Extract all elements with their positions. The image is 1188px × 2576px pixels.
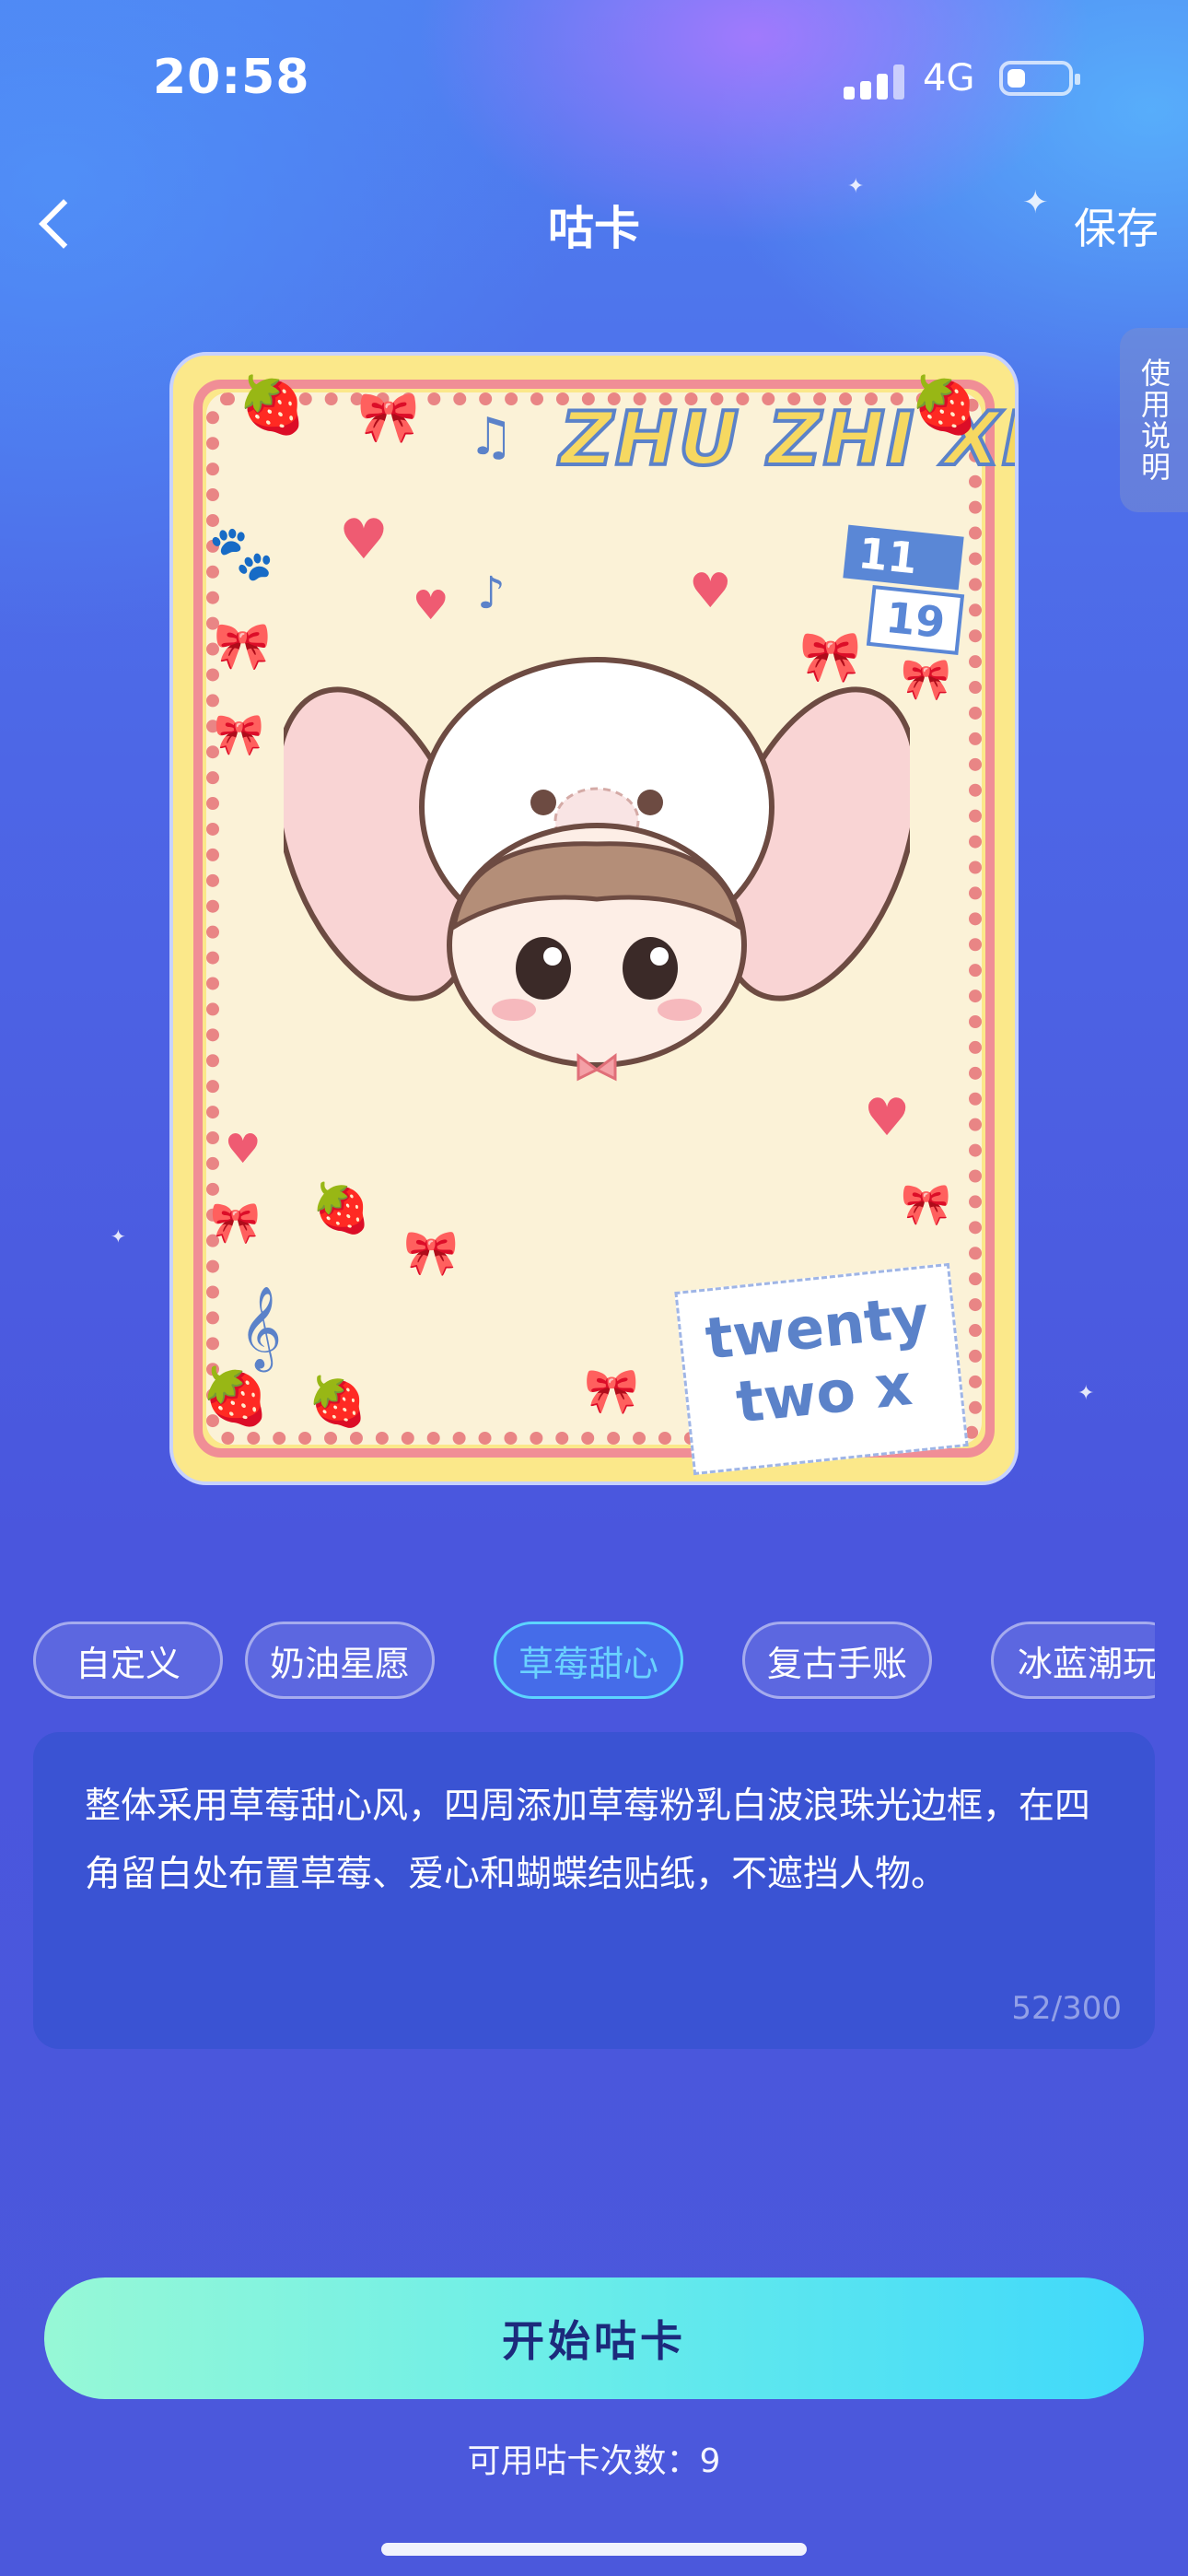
- help-tab-label: 使用说明: [1136, 357, 1171, 483]
- date-top: 11: [843, 524, 964, 591]
- music-note-icon: ♫: [468, 407, 515, 467]
- bow-icon: 🎀: [403, 1227, 459, 1279]
- description-text[interactable]: 整体采用草莓甜心风，四周添加草莓粉乳白波浪珠光边框，在四角留白处布置草莓、爱心和…: [85, 1773, 1090, 1909]
- page-title: 咕卡: [548, 202, 640, 255]
- save-button[interactable]: 保存: [1074, 195, 1159, 256]
- bow-icon: 🎀: [584, 1365, 639, 1417]
- strawberry-icon: 🍓: [910, 373, 979, 438]
- chip-retro-journal[interactable]: 复古手账: [742, 1622, 932, 1699]
- bow-icon: 🎀: [210, 1200, 261, 1247]
- bow-icon: 🎀: [214, 711, 264, 758]
- strawberry-icon: 🍓: [311, 1181, 371, 1236]
- help-tab[interactable]: 使用说明: [1120, 328, 1188, 512]
- heart-icon: ♥: [339, 508, 389, 572]
- chip-cream-star[interactable]: 奶油星愿: [245, 1622, 435, 1699]
- strawberry-icon: 🍓: [308, 1375, 367, 1430]
- heart-icon: ♥: [225, 1126, 262, 1173]
- date-badge: 11 19: [843, 524, 965, 656]
- home-indicator: [381, 2543, 807, 2556]
- char-counter: 52/300: [1011, 1990, 1122, 2027]
- treble-clef-icon: 𝄞: [239, 1286, 283, 1369]
- remaining-count: 可用咕卡次数：9: [467, 2442, 721, 2480]
- music-note-icon: ♪: [477, 568, 506, 619]
- network-type: 4G: [923, 57, 975, 100]
- date-bottom: 19: [866, 584, 965, 656]
- heart-icon: ♥: [689, 564, 732, 619]
- sparkle-icon: ✦: [1077, 1382, 1095, 1405]
- chip-custom[interactable]: 自定义: [33, 1622, 223, 1699]
- description-textarea[interactable]: 整体采用草莓甜心风，四周添加草莓粉乳白波浪珠光边框，在四角留白处布置草莓、爱心和…: [33, 1732, 1155, 2049]
- strawberry-icon: 🍓: [238, 373, 307, 438]
- bow-icon: 🎀: [357, 388, 420, 446]
- paw-icon: 🐾: [208, 521, 275, 584]
- bow-icon: 🎀: [214, 619, 272, 673]
- note-sticker: twenty two x: [674, 1262, 969, 1476]
- chip-strawberry-sweetheart[interactable]: 草莓甜心: [494, 1622, 683, 1699]
- character-illustration: [284, 657, 910, 1082]
- chip-ice-blue[interactable]: 冰蓝潮玩: [991, 1622, 1155, 1699]
- sparkle-icon: ✦: [111, 1225, 126, 1247]
- signal-icon: [844, 64, 908, 100]
- heart-icon: ♥: [413, 582, 449, 629]
- card-preview: ZHU ZHI XIN 11 19 🍓 🍓 🍓 🍓 🍓 🍓 ♥ ♥ ♥ ♥ ♥ …: [169, 352, 1019, 1485]
- start-button[interactable]: 开始咕卡: [44, 2277, 1144, 2399]
- style-chip-list[interactable]: 自定义 奶油星愿 草莓甜心 复古手账 冰蓝潮玩: [33, 1622, 1155, 1706]
- battery-icon: [999, 61, 1080, 96]
- strawberry-icon: 🍓: [201, 1364, 270, 1429]
- battery-level: [1007, 69, 1025, 88]
- status-time: 20:58: [153, 50, 310, 105]
- bow-icon: 🎀: [901, 1181, 951, 1228]
